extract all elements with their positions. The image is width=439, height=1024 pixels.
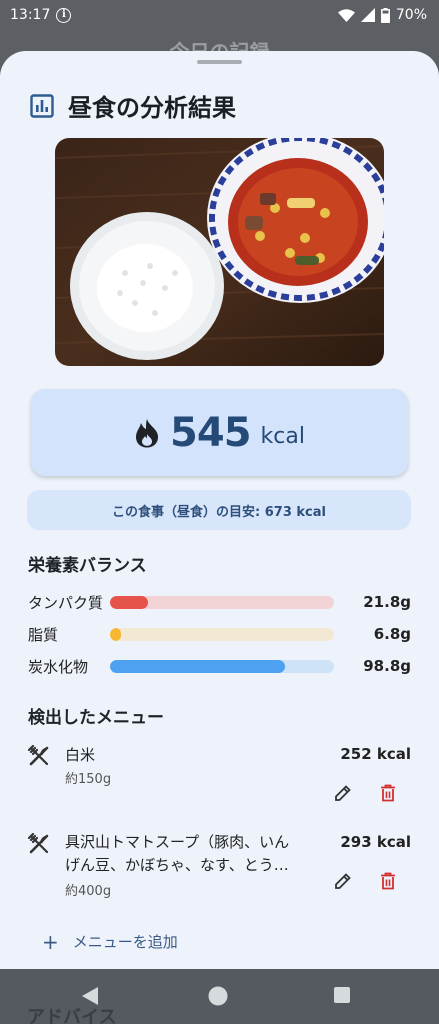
calorie-card: 545 kcal bbox=[31, 389, 408, 476]
menu-item-name-line2: げん豆、かぼちゃ、なす、とう… bbox=[65, 856, 289, 874]
status-time: 13:17 bbox=[10, 7, 51, 23]
nutrient-row-carbs: 炭水化物 98.8g bbox=[28, 655, 411, 677]
edit-icon bbox=[335, 873, 351, 889]
calorie-guide: この食事（昼食）の目安: 673 kcal bbox=[27, 490, 411, 530]
menu-item-name: 白米 bbox=[65, 746, 96, 764]
status-bar: 13:17 i 70% bbox=[0, 0, 439, 30]
fork-knife-icon bbox=[28, 833, 49, 854]
nutrient-bar-fill bbox=[110, 595, 149, 609]
drag-handle[interactable] bbox=[197, 60, 242, 64]
calorie-unit: kcal bbox=[260, 424, 305, 449]
nutrition-heading: 栄養素バランス bbox=[28, 556, 147, 576]
status-left: 13:17 i bbox=[10, 7, 72, 23]
nutrient-row-protein: タンパク質 21.8g bbox=[28, 591, 411, 613]
nutrient-bar-fill bbox=[110, 659, 285, 673]
home-icon[interactable] bbox=[207, 985, 229, 1007]
menu-heading: 検出したメニュー bbox=[28, 708, 164, 728]
flame-icon bbox=[136, 418, 159, 447]
nutrient-bar-fill bbox=[110, 627, 122, 641]
edit-button[interactable] bbox=[331, 869, 355, 893]
delete-icon bbox=[381, 784, 395, 802]
menu-item-quantity: 約400g bbox=[65, 884, 112, 899]
add-menu-button[interactable]: + メニューを追加 bbox=[42, 931, 178, 952]
fork-knife-icon bbox=[28, 745, 49, 766]
menu-item-name-line1: 具沢山トマトスープ（豚肉、いん bbox=[65, 833, 290, 851]
nutrient-bar-track bbox=[110, 627, 334, 641]
recents-icon[interactable] bbox=[333, 986, 351, 1004]
menu-item: 具沢山トマトスープ（豚肉、いん げん豆、かぼちゃ、なす、とう… 約400g 29… bbox=[28, 833, 411, 903]
edit-icon bbox=[335, 785, 351, 801]
analysis-sheet: 昼食の分析結果 545 kcal この食事（昼食）の目安: 673 kcal 栄… bbox=[0, 51, 439, 969]
info-icon: i bbox=[56, 7, 72, 23]
advice-heading: アドバイス bbox=[27, 1007, 117, 1024]
signal-icon bbox=[360, 8, 375, 22]
menu-item: 白米 約150g 252 kcal bbox=[28, 745, 411, 815]
edit-button[interactable] bbox=[331, 781, 355, 805]
battery-percent: 70% bbox=[395, 7, 427, 23]
title-row: 昼食の分析結果 bbox=[30, 88, 236, 123]
nutrient-bar-track bbox=[110, 659, 334, 673]
plus-icon: + bbox=[42, 929, 59, 954]
wifi-icon bbox=[337, 8, 355, 22]
nutrient-label: 炭水化物 bbox=[28, 657, 89, 676]
menu-item-calories: 252 kcal bbox=[340, 745, 411, 763]
calorie-value: 545 bbox=[170, 409, 251, 456]
delete-icon bbox=[381, 872, 395, 890]
battery-icon bbox=[380, 7, 390, 23]
delete-button[interactable] bbox=[376, 781, 400, 805]
status-right: 70% bbox=[337, 7, 427, 23]
nutrient-row-fat: 脂質 6.8g bbox=[28, 623, 411, 645]
nutrient-bar-track bbox=[110, 595, 334, 609]
nutrient-label: タンパク質 bbox=[28, 593, 104, 612]
menu-item-calories: 293 kcal bbox=[340, 833, 411, 851]
nutrient-value: 21.8g bbox=[363, 593, 411, 611]
add-menu-label: メニューを追加 bbox=[72, 933, 178, 951]
nutrient-value: 6.8g bbox=[373, 625, 411, 643]
menu-item-quantity: 約150g bbox=[65, 772, 112, 787]
nutrient-value: 98.8g bbox=[363, 657, 411, 675]
nutrient-label: 脂質 bbox=[28, 625, 59, 644]
page-title: 昼食の分析結果 bbox=[68, 94, 236, 122]
meal-photo bbox=[55, 138, 384, 366]
chart-icon bbox=[30, 93, 54, 118]
delete-button[interactable] bbox=[376, 869, 400, 893]
